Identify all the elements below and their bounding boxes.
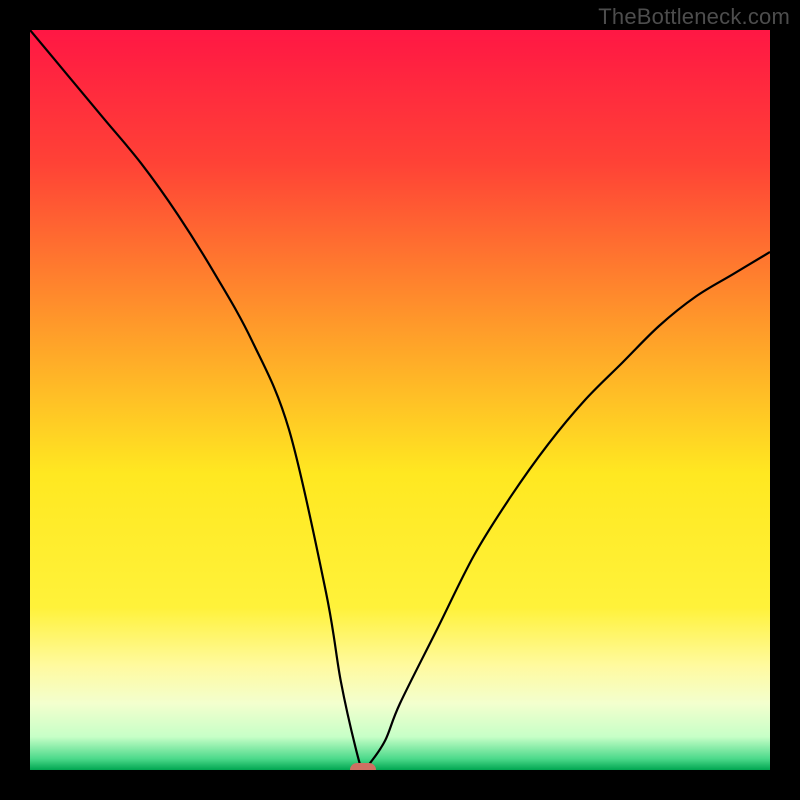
plot-area [30, 30, 770, 770]
chart-frame: TheBottleneck.com [0, 0, 800, 800]
bottleneck-curve [30, 30, 770, 770]
minimum-marker [350, 763, 376, 770]
watermark-label: TheBottleneck.com [598, 4, 790, 30]
